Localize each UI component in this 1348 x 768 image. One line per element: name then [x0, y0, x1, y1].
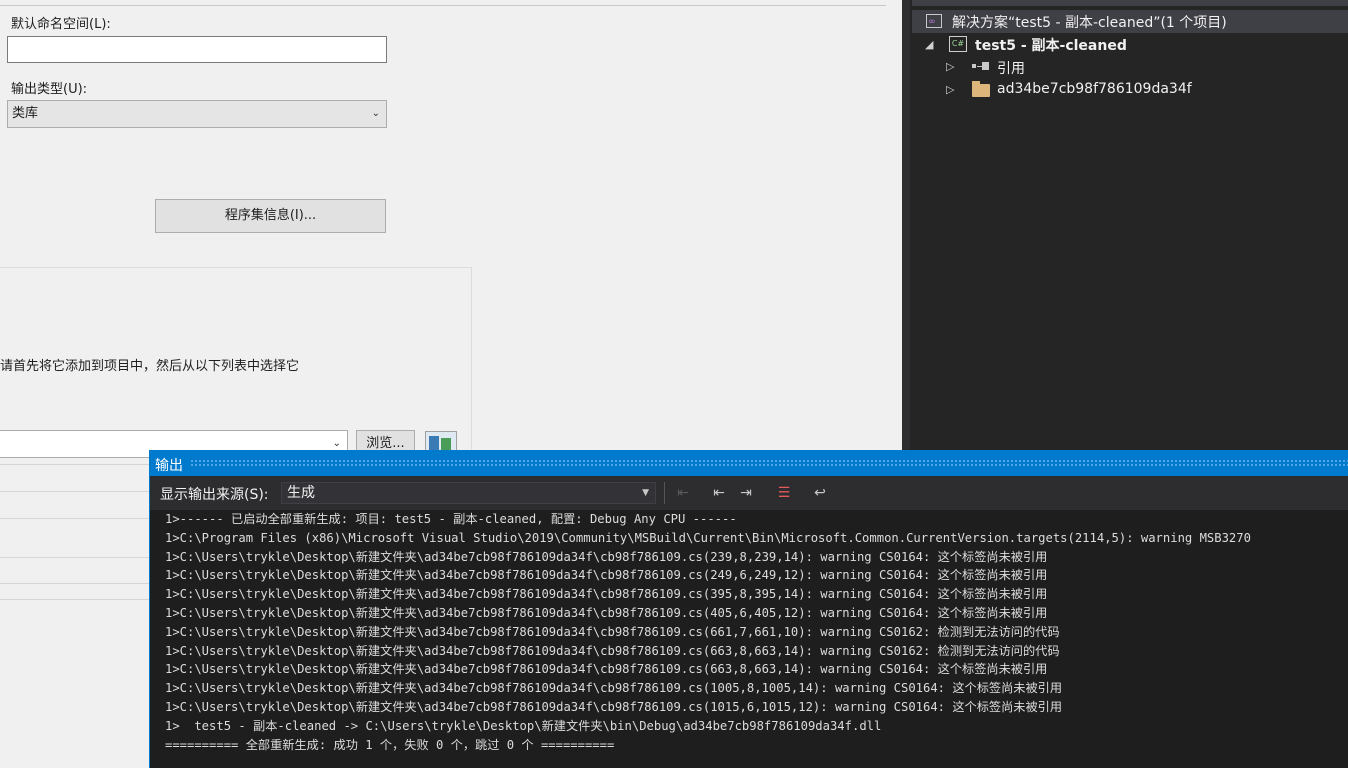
find-message-icon[interactable]: ⇤ — [673, 483, 693, 503]
output-source-value: 生成 — [287, 485, 315, 501]
folder-icon — [972, 81, 990, 97]
output-type-label: 输出类型(U): — [11, 82, 88, 97]
default-namespace-input[interactable] — [7, 36, 387, 63]
output-title: 输出 — [155, 458, 183, 474]
word-wrap-icon[interactable]: ↩ — [810, 483, 830, 503]
previous-message-icon[interactable]: ⇤ — [709, 483, 729, 503]
tree-row-solution[interactable]: ∞ 解决方案“test5 - 副本-cleaned”(1 个项目) — [912, 10, 1348, 33]
solution-explorer-search-strip[interactable] — [912, 0, 1348, 6]
solution-explorer: ∞ 解决方案“test5 - 副本-cleaned”(1 个项目) ◢ C# t… — [902, 0, 1348, 450]
output-line: 1>C:\Users\trykle\Desktop\新建文件夹\ad34be7c… — [165, 605, 1048, 620]
csharp-project-icon: C# — [949, 36, 967, 52]
output-line: 1>C:\Users\trykle\Desktop\新建文件夹\ad34be7c… — [165, 587, 1048, 602]
divider — [0, 557, 149, 558]
clear-all-icon[interactable]: ☰ — [774, 483, 794, 503]
collapse-triangle-icon[interactable]: ◢ — [925, 38, 933, 51]
tree-item-references[interactable]: 引用 — [997, 58, 1025, 78]
output-line: 1>C:\Program Files (x86)\Microsoft Visua… — [165, 530, 1251, 545]
output-line: 1>C:\Users\trykle\Desktop\新建文件夹\ad34be7c… — [165, 549, 1048, 564]
expand-triangle-icon[interactable]: ▷ — [946, 60, 954, 73]
tree-item-folder[interactable]: ad34be7cb98f786109da34f — [997, 81, 1192, 97]
image-icon — [429, 436, 439, 450]
divider — [0, 518, 149, 519]
output-line: 1>------ 已启动全部重新生成: 项目: test5 - 副本-clean… — [165, 512, 737, 526]
hint-text: 请首先将它添加到项目中，然后从以下列表中选择它 — [0, 359, 300, 374]
output-window: 输出 显示输出来源(S): 生成 ▼ ⇤ ⇤ ⇥ ☰ ↩ 1>------ 已启… — [149, 450, 1348, 768]
solution-icon: ∞ — [926, 14, 942, 28]
default-namespace-label: 默认命名空间(L): — [11, 17, 111, 32]
output-line: 1>C:\Users\trykle\Desktop\新建文件夹\ad34be7c… — [165, 568, 1048, 583]
solution-label: 解决方案“test5 - 副本-cleaned”(1 个项目) — [952, 15, 1227, 31]
output-type-value: 类库 — [12, 106, 39, 121]
divider — [0, 464, 149, 465]
divider — [0, 583, 149, 584]
divider — [0, 5, 886, 6]
chevron-down-icon: ⌄ — [371, 108, 380, 119]
image-icon-part — [441, 438, 451, 450]
references-icon — [972, 62, 992, 72]
output-line: 1> test5 - 副本-cleaned -> C:\Users\trykle… — [165, 718, 882, 733]
output-title-bar[interactable]: 输出 — [150, 450, 1348, 476]
chevron-down-icon: ▼ — [642, 488, 649, 498]
title-grip — [190, 459, 1348, 466]
project-label[interactable]: test5 - 副本-cleaned — [975, 35, 1127, 55]
output-text-area[interactable]: 1>------ 已启动全部重新生成: 项目: test5 - 副本-clean… — [165, 510, 1348, 768]
output-line: ========== 全部重新生成: 成功 1 个，失败 0 个，跳过 0 个 … — [165, 737, 615, 752]
output-line: 1>C:\Users\trykle\Desktop\新建文件夹\ad34be7c… — [165, 681, 1063, 696]
expand-triangle-icon[interactable]: ▷ — [946, 83, 954, 96]
output-line: 1>C:\Users\trykle\Desktop\新建文件夹\ad34be7c… — [165, 624, 1060, 639]
output-line: 1>C:\Users\trykle\Desktop\新建文件夹\ad34be7c… — [165, 699, 1063, 714]
output-toolbar: 显示输出来源(S): 生成 ▼ ⇤ ⇤ ⇥ ☰ ↩ — [150, 476, 1348, 510]
divider — [0, 599, 149, 600]
splitter[interactable] — [902, 0, 910, 450]
output-type-select[interactable]: 类库 ⌄ — [7, 100, 387, 128]
divider — [0, 491, 149, 492]
output-line: 1>C:\Users\trykle\Desktop\新建文件夹\ad34be7c… — [165, 662, 1048, 677]
next-message-icon[interactable]: ⇥ — [736, 483, 756, 503]
toolbar-separator — [664, 482, 665, 504]
output-source-select[interactable]: 生成 ▼ — [281, 482, 656, 504]
output-source-label: 显示输出来源(S): — [160, 487, 269, 503]
output-line: 1>C:\Users\trykle\Desktop\新建文件夹\ad34be7c… — [165, 643, 1060, 658]
assembly-info-button[interactable]: 程序集信息(I)... — [155, 199, 386, 233]
